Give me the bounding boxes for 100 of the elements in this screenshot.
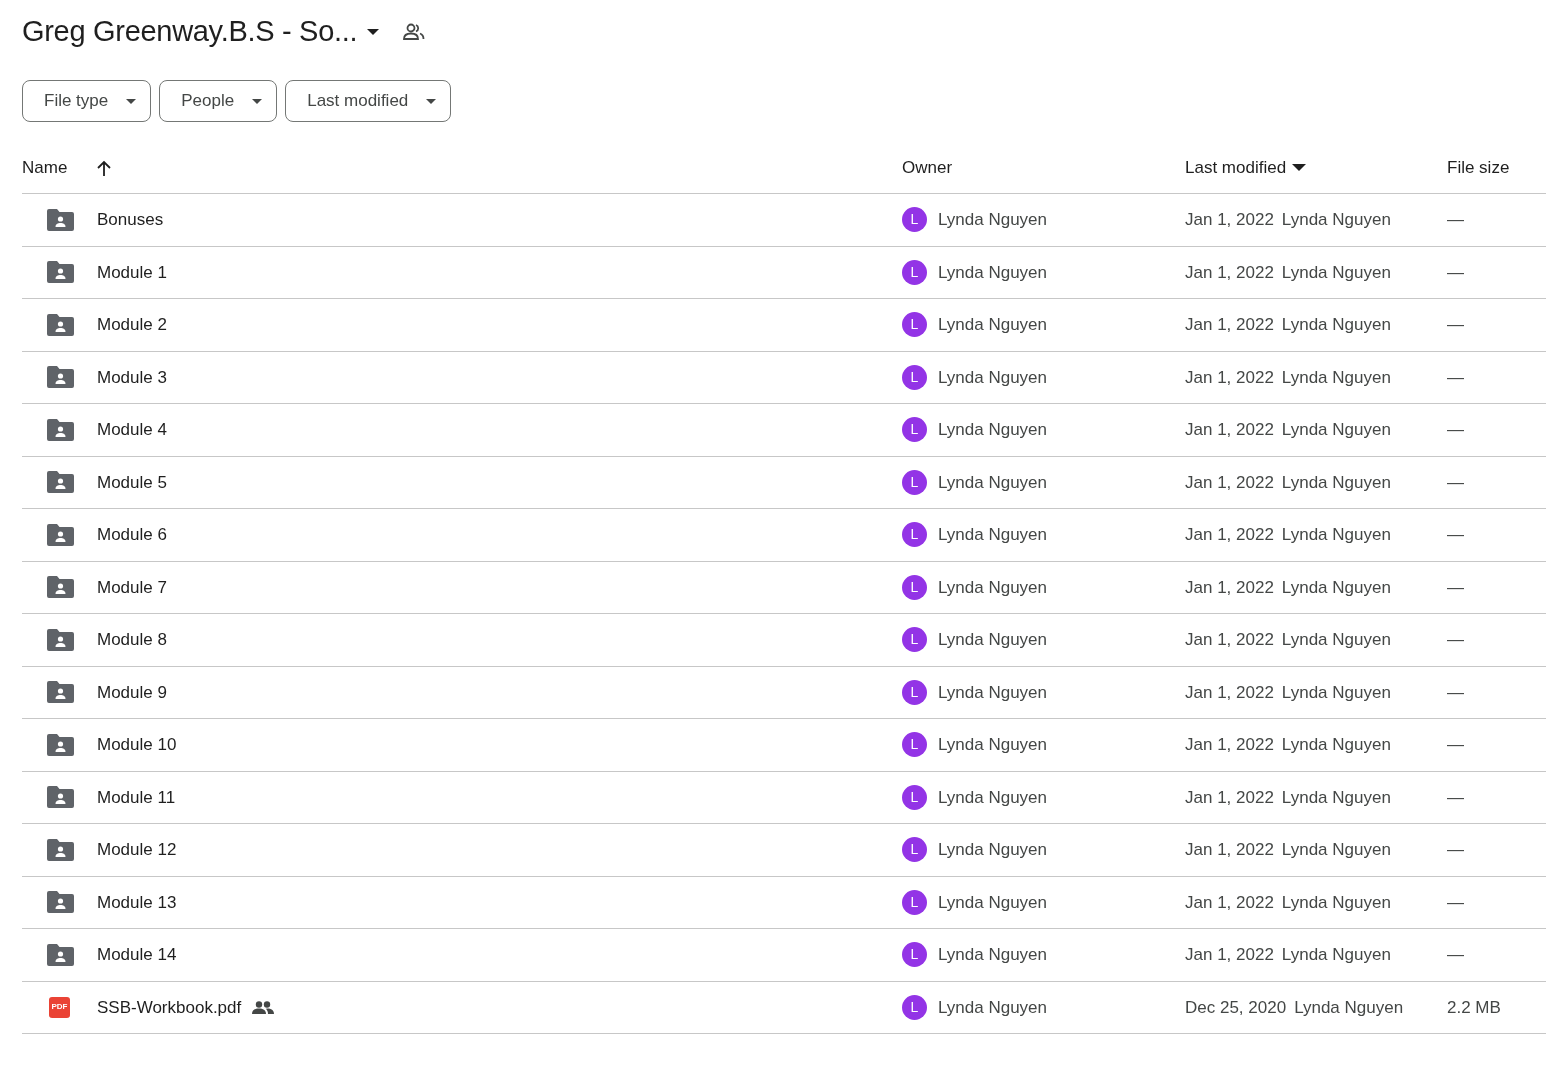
avatar: L: [902, 364, 927, 390]
file-size: —: [1447, 472, 1464, 492]
column-header[interactable]: File size: [1447, 154, 1510, 181]
modified-by: Lynda Nguyen: [1281, 366, 1391, 389]
file-row[interactable]: Module 12 L Lynda Nguyen Jan 1, 2022 Lynda Nguyen —: [22, 824, 1546, 877]
avatar: L: [902, 312, 927, 338]
file-name: Module 3: [97, 366, 167, 389]
column-header[interactable]: Owner: [902, 154, 953, 181]
file-row[interactable]: Module 8 L Lynda Nguyen Jan 1, 2022 Lynda Nguyen —: [22, 614, 1546, 667]
owner-name: Lynda Nguyen: [938, 891, 1047, 914]
avatar: L: [902, 837, 927, 863]
owner-name: Lynda Nguyen: [938, 839, 1047, 861]
modified-by: Lynda Nguyen: [1281, 786, 1391, 809]
file-size: 2.2 MB: [1447, 997, 1501, 1017]
file-name: Module 7: [97, 576, 167, 599]
file-size: —: [1447, 682, 1464, 702]
caret-icon: [252, 98, 263, 104]
shared-folder-icon: [47, 471, 74, 494]
file-name: Module 11: [97, 786, 176, 809]
file-row[interactable]: Module 4 L Lynda Nguyen Jan 1, 2022 Lynda Nguyen —: [22, 404, 1546, 457]
avatar: L: [902, 889, 927, 915]
file-row[interactable]: Module 10 L Lynda Nguyen Jan 1, 2022 Lynda Nguyen —: [22, 719, 1546, 772]
file-row[interactable]: Module 1 L Lynda Nguyen Jan 1, 2022 Lynda Nguyen —: [22, 246, 1546, 299]
modified-date: Jan 1, 2022: [1185, 471, 1274, 494]
avatar: L: [902, 627, 927, 653]
shared-folder-icon: [47, 576, 74, 599]
column-header[interactable]: Last modified: [1185, 154, 1307, 181]
file-row[interactable]: Module 11 L Lynda Nguyen Jan 1, 2022 Lynda Nguyen —: [22, 771, 1546, 824]
shared-folder-icon: [47, 891, 74, 914]
file-row[interactable]: Module 6 L Lynda Nguyen Jan 1, 2022 Lynda Nguyen —: [22, 509, 1546, 562]
folder-title-dropdown[interactable]: Greg Greenway.B.S - So...: [22, 10, 380, 54]
modified-date: Jan 1, 2022: [1185, 261, 1274, 284]
modified-date: Jan 1, 2022: [1185, 734, 1274, 756]
caret-icon: [426, 98, 437, 104]
people-icon[interactable]: [403, 23, 426, 41]
avatar: L: [902, 574, 927, 600]
file-row[interactable]: Module 9 L Lynda Nguyen Jan 1, 2022 Lynda Nguyen —: [22, 666, 1546, 719]
avatar: L: [902, 732, 927, 758]
modified-date: Jan 1, 2022: [1185, 681, 1274, 704]
file-name: SSB-Workbook.pdf: [97, 996, 242, 1019]
file-row[interactable]: PDF SSB-Workbook.pdf L Lynda Nguyen Dec 25, 2020 Lynda Nguyen 2.2 MB: [22, 981, 1546, 1034]
modified-by: Lynda Nguyen: [1281, 419, 1391, 441]
file-size: —: [1447, 367, 1464, 387]
file-size: —: [1447, 577, 1464, 597]
avatar: L: [902, 784, 927, 810]
shared-folder-icon: [47, 313, 74, 336]
file-name: Module 13: [97, 891, 177, 914]
modified-by: Lynda Nguyen: [1281, 576, 1391, 599]
file-name: Module 4: [97, 419, 167, 441]
shared-folder-icon: [47, 366, 74, 389]
avatar: L: [902, 679, 927, 705]
file-row[interactable]: Module 3 L Lynda Nguyen Jan 1, 2022 Lynda Nguyen —: [22, 351, 1546, 404]
shared-folder-icon: [47, 733, 74, 756]
owner-name: Lynda Nguyen: [938, 996, 1047, 1019]
shared-folder-icon: [47, 418, 74, 441]
caret-icon: [367, 28, 380, 36]
filter-button[interactable]: People: [159, 80, 278, 122]
owner-name: Lynda Nguyen: [938, 576, 1047, 599]
modified-date: Jan 1, 2022: [1185, 786, 1274, 809]
owner-name: Lynda Nguyen: [938, 944, 1047, 966]
filter-button[interactable]: Last modified: [285, 80, 452, 122]
modified-date: Jan 1, 2022: [1185, 366, 1274, 389]
caret-icon: [126, 98, 137, 104]
modified-by: Lynda Nguyen: [1281, 524, 1391, 546]
owner-name: Lynda Nguyen: [938, 471, 1047, 494]
file-row[interactable]: Module 7 L Lynda Nguyen Jan 1, 2022 Lynda Nguyen —: [22, 561, 1546, 614]
file-row[interactable]: Module 14 L Lynda Nguyen Jan 1, 2022 Lynda Nguyen —: [22, 929, 1546, 982]
filter-button[interactable]: File type: [22, 80, 152, 122]
modified-by: Lynda Nguyen: [1281, 209, 1391, 231]
owner-name: Lynda Nguyen: [938, 366, 1047, 389]
owner-name: Lynda Nguyen: [938, 261, 1047, 284]
modified-date: Jan 1, 2022: [1185, 314, 1274, 336]
file-size: —: [1447, 262, 1464, 282]
owner-name: Lynda Nguyen: [938, 681, 1047, 704]
owner-name: Lynda Nguyen: [938, 314, 1047, 336]
owner-name: Lynda Nguyen: [938, 734, 1047, 756]
avatar: L: [902, 207, 927, 233]
file-size: —: [1447, 420, 1464, 439]
file-row[interactable]: Module 5 L Lynda Nguyen Jan 1, 2022 Lynda Nguyen —: [22, 456, 1546, 509]
avatar: L: [902, 469, 927, 495]
shared-folder-icon: [47, 681, 74, 704]
file-size: —: [1447, 840, 1464, 859]
file-row[interactable]: Module 2 L Lynda Nguyen Jan 1, 2022 Lynda Nguyen —: [22, 299, 1546, 352]
avatar: L: [902, 942, 927, 968]
owner-name: Lynda Nguyen: [938, 786, 1047, 809]
modified-date: Jan 1, 2022: [1185, 839, 1274, 861]
owner-name: Lynda Nguyen: [938, 629, 1047, 651]
file-size: —: [1447, 315, 1464, 334]
file-size: —: [1447, 787, 1464, 807]
file-row[interactable]: Bonuses L Lynda Nguyen Jan 1, 2022 Lynda Nguyen —: [22, 194, 1546, 247]
column-header[interactable]: Name: [22, 154, 112, 181]
file-size: —: [1447, 945, 1464, 964]
file-name: Module 8: [97, 629, 167, 651]
avatar: L: [902, 994, 927, 1020]
file-size: —: [1447, 892, 1464, 912]
modified-date: Jan 1, 2022: [1185, 209, 1274, 231]
modified-by: Lynda Nguyen: [1281, 681, 1391, 704]
modified-date: Jan 1, 2022: [1185, 891, 1274, 914]
file-row[interactable]: Module 13 L Lynda Nguyen Jan 1, 2022 Lynda Nguyen —: [22, 876, 1546, 929]
file-name: Bonuses: [97, 209, 164, 231]
